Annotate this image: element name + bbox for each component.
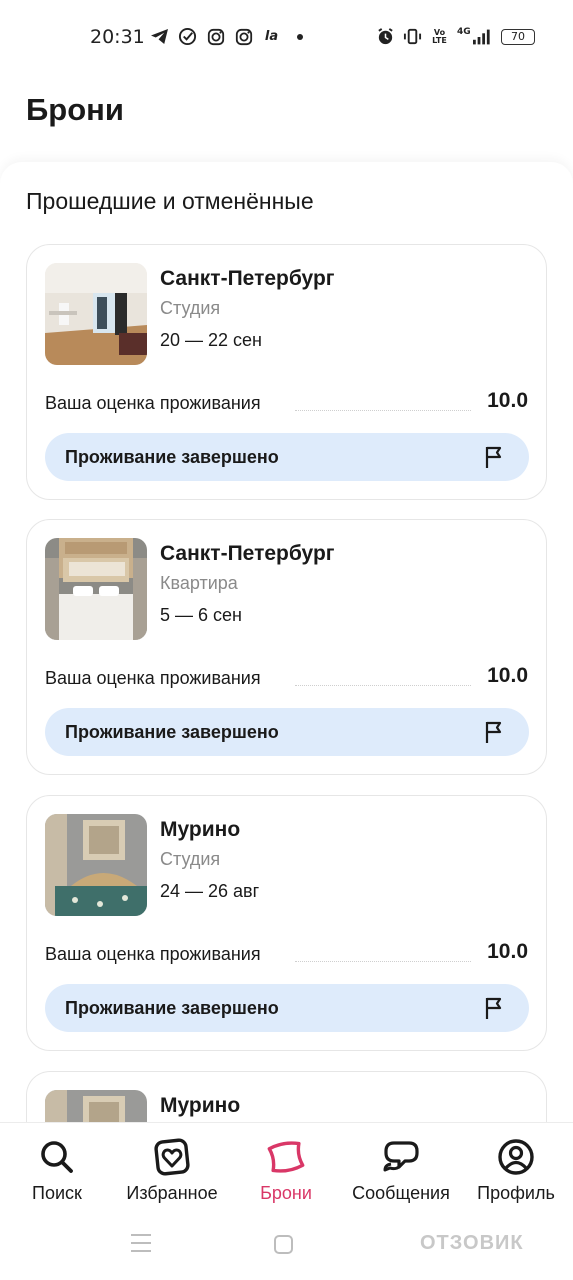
search-icon: [41, 1141, 73, 1173]
instagram-icon: [206, 27, 225, 46]
status-bar: 20:31 la Vo LTE 4G 70: [0, 0, 573, 72]
section-title: Прошедшие и отменённые: [26, 188, 314, 214]
dotted-leader: [295, 410, 471, 411]
la-icon: la: [264, 29, 279, 44]
booking-city: Санкт-Петербург: [160, 267, 335, 290]
booking-card[interactable]: Мурино: [26, 1071, 547, 1122]
nav-label: Профиль: [477, 1183, 555, 1203]
dotted-leader: [295, 961, 471, 962]
instagram-icon: [234, 27, 253, 46]
stay-completed-pill[interactable]: Проживание завершено: [45, 984, 529, 1032]
flag-icon: [485, 721, 502, 743]
nav-favorites[interactable]: Избранное: [117, 1137, 227, 1204]
network-type: 4G: [457, 27, 471, 37]
booking-photo[interactable]: [45, 263, 147, 365]
booking-type: Квартира: [160, 573, 238, 593]
system-status-icons: Vo LTE 4G 70: [376, 27, 535, 46]
watermark: ОТЗОВИК: [420, 1232, 524, 1254]
pillow-icon: [267, 1141, 305, 1173]
booking-card[interactable]: Санкт-Петербург Квартира 5 — 6 сен Ваша …: [26, 519, 547, 775]
booking-card[interactable]: Санкт-Петербург Студия 20 — 22 сен Ваша …: [26, 244, 547, 500]
flag-icon: [485, 997, 502, 1019]
menu-icon[interactable]: [131, 1234, 151, 1258]
booking-card[interactable]: Мурино Студия 24 — 26 авг Ваша оценка пр…: [26, 795, 547, 1051]
dotted-leader: [295, 685, 471, 686]
nav-profile[interactable]: Профиль: [461, 1137, 571, 1204]
heart-icon: [154, 1138, 190, 1176]
battery-indicator: 70: [501, 28, 535, 45]
nav-label: Поиск: [32, 1183, 82, 1203]
notification-icons: la: [150, 27, 309, 46]
nav-label: Избранное: [126, 1183, 218, 1203]
booking-dates: 20 — 22 сен: [160, 330, 262, 350]
booking-photo[interactable]: [45, 538, 147, 640]
booking-city: Санкт-Петербург: [160, 542, 335, 565]
rating-label: Ваша оценка проживания: [45, 393, 261, 413]
alarm-icon: [376, 27, 395, 46]
volte-icon: Vo LTE: [432, 27, 447, 45]
booking-type: Студия: [160, 849, 221, 869]
nav-label: Сообщения: [352, 1183, 450, 1203]
flag-icon: [485, 446, 502, 468]
system-nav-bar: ОТЗОВИК: [0, 1214, 573, 1280]
check-circle-icon: [178, 27, 197, 46]
page-title: Брони: [26, 92, 124, 127]
stay-status-text: Проживание завершено: [65, 722, 279, 742]
booking-dates: 24 — 26 авг: [160, 881, 260, 901]
booking-city: Мурино: [160, 1094, 241, 1117]
booking-photo[interactable]: [45, 814, 147, 916]
chat-icon: [383, 1141, 419, 1172]
profile-icon: [498, 1139, 534, 1175]
status-time: 20:31: [90, 26, 145, 48]
booking-dates: 5 — 6 сен: [160, 605, 242, 625]
stay-status-text: Проживание завершено: [65, 447, 279, 467]
rating-value: 10.0: [487, 389, 528, 412]
nav-bookings[interactable]: Брони: [231, 1137, 341, 1204]
telegram-icon: [150, 27, 169, 46]
rating-value: 10.0: [487, 664, 528, 687]
rating-label: Ваша оценка проживания: [45, 944, 261, 964]
booking-city: Мурино: [160, 818, 241, 841]
booking-type: Студия: [160, 298, 221, 318]
nav-messages[interactable]: Сообщения: [346, 1137, 456, 1204]
home-button-icon[interactable]: [274, 1235, 293, 1254]
nav-label: Брони: [260, 1183, 312, 1203]
stay-status-text: Проживание завершено: [65, 998, 279, 1018]
stay-completed-pill[interactable]: Проживание завершено: [45, 708, 529, 756]
nav-search[interactable]: Поиск: [2, 1137, 112, 1204]
rating-label: Ваша оценка проживания: [45, 668, 261, 688]
dot-icon: [290, 27, 309, 46]
vibrate-icon: [403, 27, 422, 46]
signal-4g-icon: 4G: [457, 27, 493, 46]
booking-photo[interactable]: [45, 1090, 147, 1122]
stay-completed-pill[interactable]: Проживание завершено: [45, 433, 529, 481]
rating-value: 10.0: [487, 940, 528, 963]
bottom-nav: Поиск Избранное Брони Сообщения Профиль: [0, 1122, 573, 1214]
